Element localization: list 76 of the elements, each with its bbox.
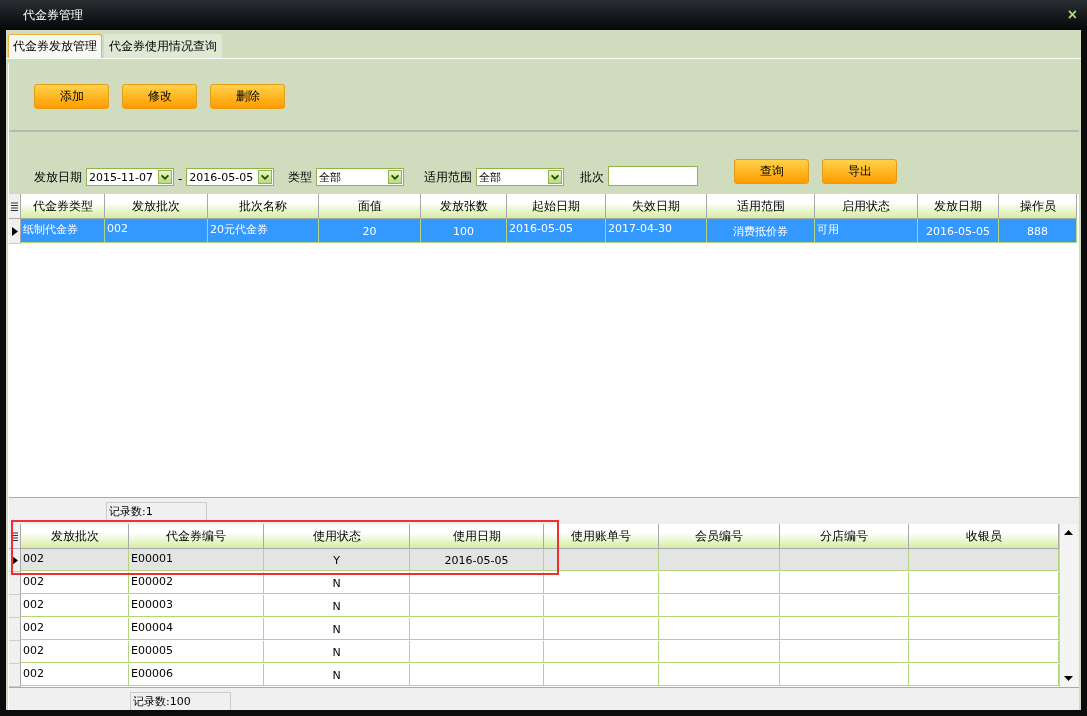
column-header[interactable]: 适用范围 <box>707 194 815 220</box>
table-cell: E00006 <box>129 664 264 686</box>
table-cell: 002 <box>21 549 129 571</box>
column-chooser-icon[interactable] <box>11 201 18 211</box>
field-label: 类型 <box>288 169 313 187</box>
table-cell: 可用 <box>815 219 918 244</box>
scrollbar[interactable] <box>1059 524 1078 687</box>
column-header[interactable]: 分店编号 <box>780 524 909 549</box>
batch-input[interactable] <box>608 166 699 187</box>
date-picker[interactable]: 2015-11-07 <box>86 168 174 187</box>
table-cell: N <box>264 641 410 663</box>
tab[interactable]: 代金券发放管理 <box>8 34 102 58</box>
table-cell: 002 <box>21 572 129 594</box>
tab[interactable]: 代金券使用情况查询 <box>104 34 222 58</box>
table-cell: E00003 <box>129 595 264 617</box>
table-cell: 纸制代金券 <box>21 219 105 244</box>
toolbar-button[interactable]: 删除 <box>210 83 285 109</box>
column-header[interactable]: 失效日期 <box>606 194 707 220</box>
table-cell: N <box>264 664 410 686</box>
table-cell: E00004 <box>129 618 264 640</box>
field-label: 发放日期 <box>34 169 82 187</box>
table-cell: N <box>264 618 410 640</box>
row-pointer-icon <box>12 226 18 236</box>
column-header[interactable]: 收银员 <box>909 524 1059 549</box>
type-dropdown[interactable]: 全部 <box>316 168 405 187</box>
range-separator: - <box>178 172 183 187</box>
table-cell: 20 <box>319 219 421 244</box>
table-cell: 2016-05-05 <box>410 549 544 571</box>
column-header[interactable]: 启用状态 <box>815 194 918 220</box>
action-button[interactable]: 导出 <box>822 159 898 185</box>
window-title: 代金券管理 <box>23 6 83 24</box>
table-cell: 888 <box>999 219 1077 244</box>
column-header[interactable]: 使用账单号 <box>544 524 659 549</box>
table-cell: 2016-05-05 <box>918 219 999 244</box>
scope-dropdown[interactable]: 全部 <box>476 168 565 187</box>
table-cell: 002 <box>21 618 129 640</box>
date-picker[interactable]: 2016-05-05 <box>186 168 275 187</box>
column-header[interactable]: 操作员 <box>999 194 1077 220</box>
toolbar-button[interactable]: 添加 <box>34 83 109 109</box>
table-cell: 2016-05-05 <box>507 219 606 244</box>
record-count: 记录数:100 <box>130 692 231 710</box>
table-cell: 2017-04-30 <box>606 219 707 244</box>
column-header[interactable]: 面值 <box>319 194 421 220</box>
table-cell: Y <box>264 549 410 571</box>
column-header[interactable]: 批次名称 <box>208 194 319 220</box>
row-indicator[interactable] <box>9 219 21 245</box>
column-header[interactable]: 代金券编号 <box>129 524 264 549</box>
column-header[interactable]: 发放批次 <box>105 194 208 220</box>
table-cell: N <box>264 595 410 617</box>
table-cell: 100 <box>421 219 507 244</box>
column-header[interactable]: 会员编号 <box>659 524 780 549</box>
column-header[interactable]: 代金券类型 <box>21 194 105 220</box>
table-cell: 002 <box>21 664 129 686</box>
toolbar-button[interactable]: 修改 <box>122 83 197 109</box>
table-cell: 002 <box>105 219 208 244</box>
column-header[interactable]: 使用状态 <box>264 524 410 549</box>
table-cell: 002 <box>21 595 129 617</box>
column-header[interactable]: 发放日期 <box>918 194 999 220</box>
field-label: 批次 <box>580 169 605 187</box>
column-header[interactable]: 使用日期 <box>410 524 544 549</box>
table-cell: E00002 <box>129 572 264 594</box>
column-header[interactable]: 发放张数 <box>421 194 507 220</box>
table-cell: 消费抵价券 <box>707 219 815 244</box>
table-cell: 002 <box>21 641 129 663</box>
close-button[interactable]: × <box>1065 7 1079 23</box>
row-pointer-icon <box>12 555 18 565</box>
column-header[interactable]: 发放批次 <box>21 524 129 549</box>
table-cell: E00001 <box>129 549 264 571</box>
field-label: 适用范围 <box>424 169 473 187</box>
table-cell: N <box>264 572 410 594</box>
record-count: 记录数:1 <box>106 502 207 520</box>
column-chooser-icon[interactable] <box>11 531 18 541</box>
table-cell: E00005 <box>129 641 264 663</box>
table-cell: 20元代金券 <box>208 219 319 244</box>
action-button[interactable]: 查询 <box>734 159 810 185</box>
column-header[interactable]: 起始日期 <box>507 194 606 220</box>
